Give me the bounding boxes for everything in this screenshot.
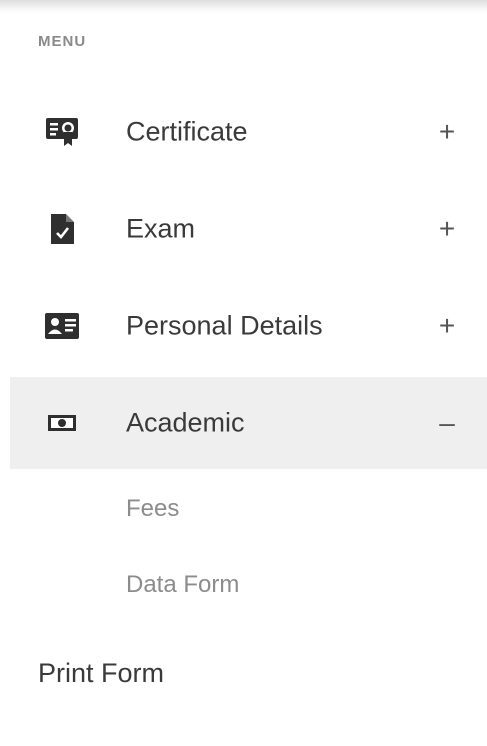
menu-caption: MENU	[38, 33, 87, 50]
certificate-icon	[44, 116, 80, 148]
menu-item-label: Academic	[126, 407, 245, 438]
collapse-minus-icon[interactable]: –	[432, 407, 462, 439]
expand-plus-icon[interactable]: +	[432, 116, 462, 148]
top-shadow-bar	[0, 0, 487, 14]
expand-plus-icon[interactable]: +	[432, 310, 462, 342]
menu-item-label: Certificate	[126, 116, 248, 147]
menu-item-label: Exam	[126, 213, 196, 244]
exam-document-icon	[44, 213, 80, 245]
menu-item-exam[interactable]: Exam +	[10, 183, 487, 275]
menu-item-certificate[interactable]: Certificate +	[10, 86, 487, 178]
menu-item-personal-details[interactable]: Personal Details +	[10, 280, 487, 372]
expand-plus-icon[interactable]: +	[432, 213, 462, 245]
menu-item-label: Personal Details	[126, 310, 323, 341]
money-bill-icon	[44, 407, 80, 439]
id-card-icon	[44, 310, 80, 342]
submenu-item-data-form[interactable]: Data Form	[126, 571, 239, 599]
menu-item-academic[interactable]: Academic –	[10, 377, 487, 469]
menu-item-print-form[interactable]: Print Form	[38, 658, 164, 689]
submenu-item-fees[interactable]: Fees	[126, 495, 179, 523]
